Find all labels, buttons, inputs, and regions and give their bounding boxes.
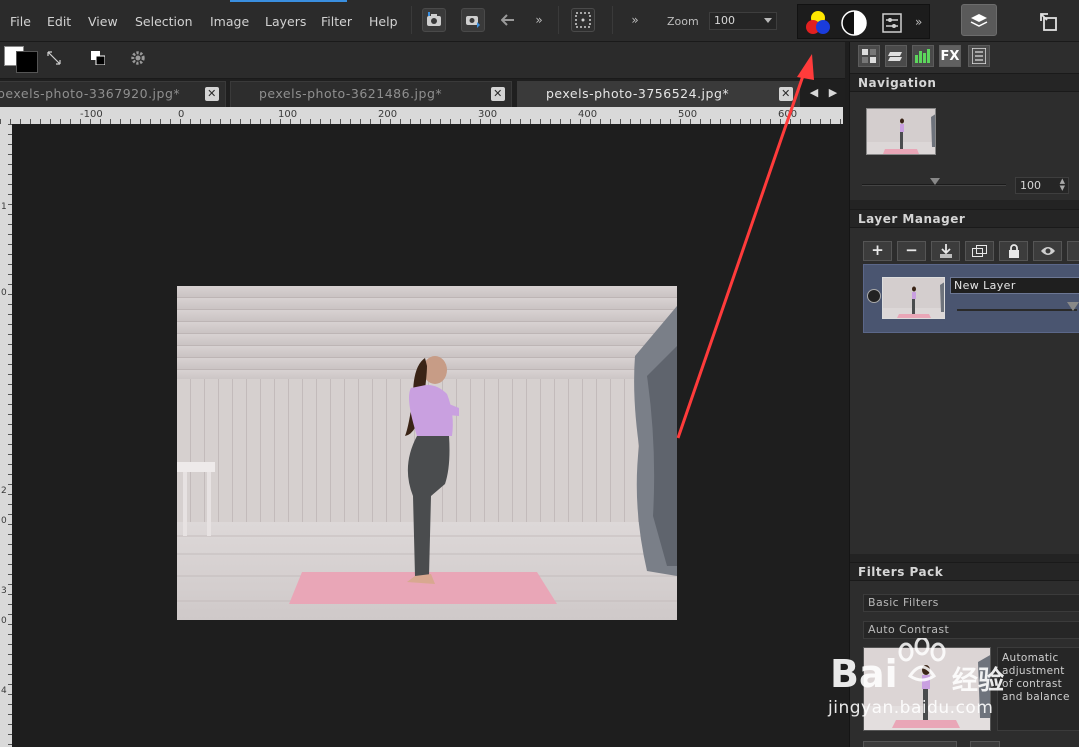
filter-preview-thumbnail[interactable] — [863, 647, 991, 731]
tab-scroll-left-icon[interactable]: ◀ — [807, 83, 821, 103]
ruler-label: 4 — [1, 686, 7, 696]
navigation-header: Navigation — [850, 73, 1079, 92]
panel-tab-history-icon[interactable] — [968, 45, 990, 67]
ruler-label: 600 — [778, 109, 798, 120]
tab-document-1[interactable]: pexels-photo-3367920.jpg* ✕ — [0, 81, 226, 107]
panel-tab-grid-icon[interactable] — [858, 45, 880, 67]
selection-frame-icon[interactable] — [571, 8, 595, 32]
ruler-label: 3 — [1, 586, 7, 596]
contrast-icon[interactable] — [841, 10, 867, 39]
back-arrow-icon[interactable] — [496, 8, 520, 32]
tab-label: pexels-photo-3367920.jpg* — [0, 86, 181, 101]
options-bar — [0, 42, 845, 79]
canvas-photo[interactable] — [177, 286, 677, 620]
layer-name-field[interactable]: New Layer — [950, 277, 1079, 294]
chevron-down-icon — [764, 18, 772, 23]
menu-image[interactable]: Image — [210, 14, 249, 29]
toolbar-separator — [411, 6, 412, 34]
toolbar-overflow-1[interactable]: » — [527, 8, 551, 32]
toolbar-overflow-2[interactable]: » — [628, 8, 642, 32]
ruler-label: 0 — [1, 616, 7, 626]
save-camera-icon[interactable] — [422, 8, 446, 32]
default-colors-icon[interactable] — [91, 51, 106, 68]
gear-icon[interactable] — [130, 50, 146, 69]
panel-tab-layers-icon[interactable] — [885, 45, 907, 67]
color-tools-group: » — [797, 4, 930, 39]
ruler-label: 0 — [1, 516, 7, 526]
spinner-icon[interactable]: ▲ ▼ — [1060, 178, 1065, 192]
zoom-value: 100 — [714, 14, 735, 27]
remove-layer-button[interactable]: − — [897, 241, 926, 261]
export-camera-icon[interactable] — [461, 8, 485, 32]
filter-category-select[interactable]: Basic Filters — [863, 594, 1079, 612]
filters-pack-header: Filters Pack — [850, 562, 1079, 581]
ruler-label: 100 — [278, 109, 298, 120]
document-tab-bar: pexels-photo-3367920.jpg* ✕ pexels-photo… — [0, 79, 845, 107]
layer-thumbnail — [882, 277, 945, 319]
vertical-ruler: 1 0 2 0 3 0 4 — [0, 124, 12, 747]
panel-tab-histogram-icon[interactable] — [912, 45, 934, 67]
tab-document-3[interactable]: pexels-photo-3756524.jpg* ✕ — [517, 81, 800, 107]
zoom-select[interactable]: 100 — [709, 12, 777, 30]
filter-options-button[interactable] — [970, 741, 1000, 747]
lock-icon[interactable] — [999, 241, 1028, 261]
ruler-label: 300 — [478, 109, 498, 120]
color-rgb-icon[interactable] — [804, 9, 832, 40]
tab-label: pexels-photo-3756524.jpg* — [546, 86, 730, 101]
apply-filter-button[interactable] — [863, 741, 957, 747]
ruler-label: -100 — [80, 109, 103, 120]
tab-document-2[interactable]: pexels-photo-3621486.jpg* ✕ — [230, 81, 512, 107]
navigation-zoom-input[interactable]: 100 ▲ ▼ — [1015, 177, 1069, 194]
ruler-label: 200 — [378, 109, 398, 120]
close-icon[interactable]: ✕ — [779, 87, 793, 101]
merge-layer-icon[interactable] — [931, 241, 960, 261]
menu-layers[interactable]: Layers — [265, 14, 306, 29]
ruler-label: 500 — [678, 109, 698, 120]
toolbar-separator — [558, 6, 559, 34]
close-icon[interactable]: ✕ — [205, 87, 219, 101]
ruler-label: 0 — [1, 288, 7, 298]
close-icon[interactable]: ✕ — [491, 87, 505, 101]
tab-scroll-right-icon[interactable]: ▶ — [826, 83, 840, 103]
background-color-swatch[interactable] — [16, 51, 38, 73]
eye-icon[interactable] — [1033, 241, 1062, 261]
layer-row-new-layer[interactable]: New Layer — [863, 264, 1079, 333]
right-panel: FX Navigation 100 ▲ ▼ Layer Manager + − N… — [849, 42, 1079, 747]
layer-opacity-slider[interactable] — [957, 309, 1077, 311]
tab-label: pexels-photo-3621486.jpg* — [259, 86, 443, 101]
filter-name-select[interactable]: Auto Contrast — [863, 621, 1079, 639]
zoom-label: Zoom — [667, 15, 699, 28]
horizontal-ruler: -100 0 100 200 300 400 500 600 — [0, 107, 843, 124]
filter-description: Automatic adjustment of contrast and bal… — [997, 647, 1079, 731]
ruler-label: 400 — [578, 109, 598, 120]
ruler-label: 0 — [178, 109, 185, 120]
menu-view[interactable]: View — [88, 14, 118, 29]
menu-filter[interactable]: Filter — [321, 14, 352, 29]
navigation-slider-handle[interactable] — [930, 178, 940, 185]
panel-tab-fx-icon[interactable]: FX — [939, 45, 961, 67]
menu-file[interactable]: File — [10, 14, 31, 29]
layers-panel-icon[interactable] — [961, 4, 997, 36]
menu-selection[interactable]: Selection — [135, 14, 193, 29]
navigation-thumbnail[interactable] — [866, 108, 936, 155]
ruler-label: 2 — [1, 486, 7, 496]
active-indicator — [230, 0, 347, 2]
menu-edit[interactable]: Edit — [47, 14, 71, 29]
adjust-icon[interactable] — [882, 13, 902, 36]
toolbar-separator — [612, 6, 613, 34]
toolbar-overflow-3[interactable]: » — [915, 15, 922, 29]
panel-divider — [850, 200, 1079, 209]
layer-visibility-eye-icon[interactable] — [867, 289, 881, 303]
layer-options-icon[interactable] — [1067, 241, 1079, 261]
layer-manager-header: Layer Manager — [850, 209, 1079, 228]
add-layer-button[interactable]: + — [863, 241, 892, 261]
navigation-zoom-value: 100 — [1020, 179, 1041, 192]
menu-help[interactable]: Help — [369, 14, 398, 29]
duplicate-layer-icon[interactable] — [965, 241, 994, 261]
window-switch-icon[interactable] — [1037, 10, 1061, 34]
layer-opacity-handle[interactable] — [1067, 302, 1079, 311]
menu-bar: File Edit View Selection Image Layers Fi… — [0, 0, 1079, 42]
swap-colors-icon[interactable] — [46, 50, 62, 69]
ruler-label: 1 — [1, 202, 7, 212]
